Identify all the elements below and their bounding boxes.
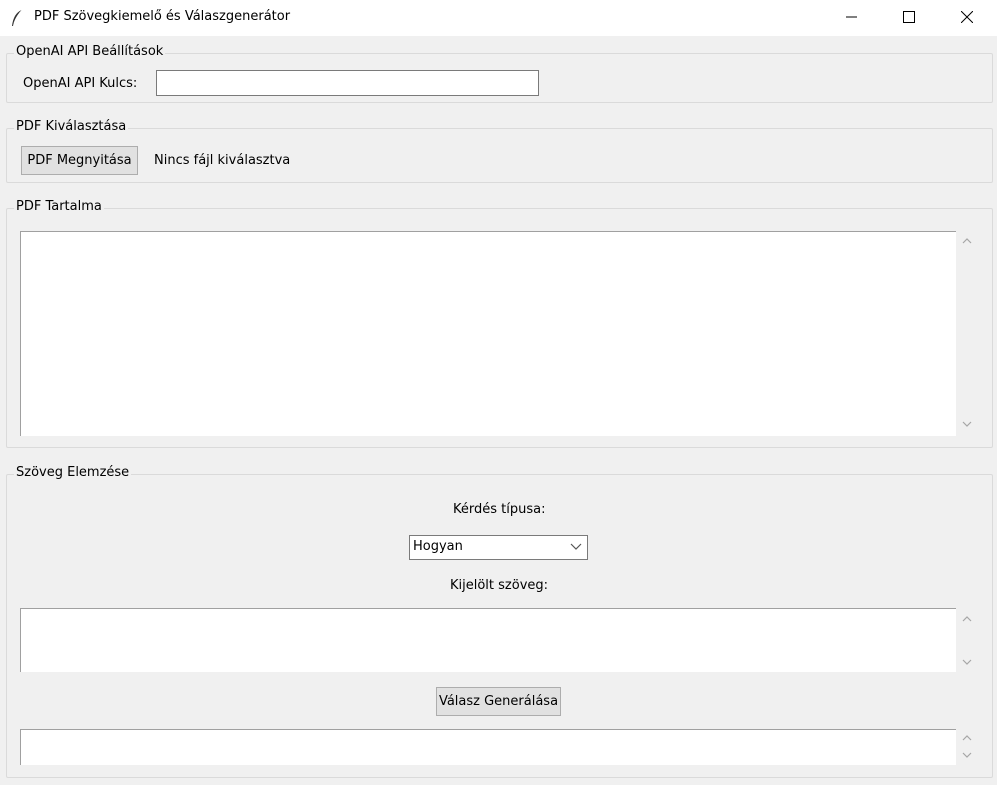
scroll-up-icon[interactable] xyxy=(962,734,972,742)
pdf-content-textarea[interactable] xyxy=(20,231,956,436)
title-bar: PDF Szövegkiemelő és Válaszgenerátor xyxy=(0,0,997,36)
pdf-content-group-label: PDF Tartalma xyxy=(14,199,104,214)
scroll-up-icon[interactable] xyxy=(962,615,972,623)
answer-scrollbar[interactable] xyxy=(958,729,976,765)
selected-text-label: Kijelölt szöveg: xyxy=(450,578,549,593)
pdf-select-group-label: PDF Kiválasztása xyxy=(14,119,129,134)
question-type-label: Kérdés típusa: xyxy=(453,502,546,517)
maximize-button[interactable] xyxy=(886,0,932,34)
maximize-icon xyxy=(903,11,915,23)
api-settings-group-label: OpenAI API Beállítások xyxy=(14,44,166,59)
api-key-input[interactable] xyxy=(156,70,539,96)
question-type-select[interactable]: Hogyan xyxy=(409,535,588,560)
chevron-down-icon xyxy=(570,543,582,550)
question-type-value: Hogyan xyxy=(413,539,463,554)
scroll-down-icon[interactable] xyxy=(962,751,972,759)
file-status-label: Nincs fájl kiválasztva xyxy=(154,153,291,168)
selected-text-scrollbar[interactable] xyxy=(958,608,976,672)
scroll-down-icon[interactable] xyxy=(962,658,972,666)
generate-answer-button[interactable]: Válasz Generálása xyxy=(436,687,561,716)
scroll-up-icon[interactable] xyxy=(962,237,972,245)
answer-textarea[interactable] xyxy=(20,729,956,765)
close-button[interactable] xyxy=(944,0,990,34)
pdf-content-scrollbar[interactable] xyxy=(958,231,976,436)
minimize-button[interactable] xyxy=(829,0,875,34)
open-pdf-button[interactable]: PDF Megnyitása xyxy=(21,146,138,175)
selected-text-area[interactable] xyxy=(20,608,956,672)
close-icon xyxy=(961,11,973,23)
analysis-group-label: Szöveg Elemzése xyxy=(14,465,132,480)
window-title: PDF Szövegkiemelő és Válaszgenerátor xyxy=(34,9,291,24)
minimize-icon xyxy=(846,16,857,18)
scroll-down-icon[interactable] xyxy=(962,420,972,428)
api-key-label: OpenAI API Kulcs: xyxy=(23,76,138,91)
feather-icon xyxy=(12,9,23,26)
